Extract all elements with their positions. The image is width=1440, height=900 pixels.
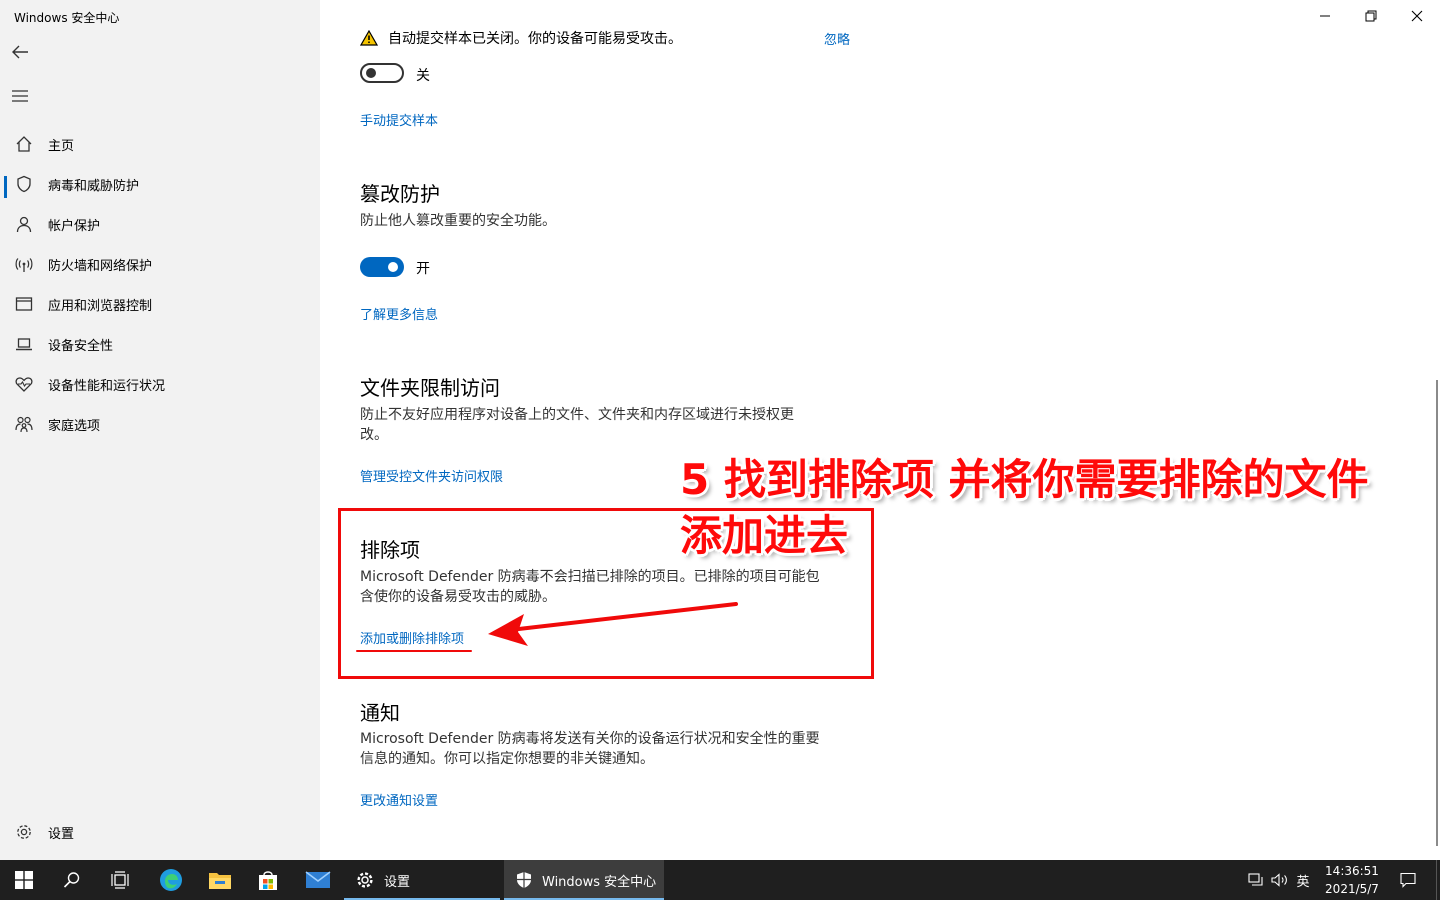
- notifications-desc-line1: Microsoft Defender 防病毒将发送有关你的设备运行状况和安全性的…: [360, 731, 820, 747]
- sidebar: Windows 安全中心 主页 病毒和威胁防护 帐户保护 防火墙和网络保护 应用…: [0, 0, 320, 860]
- network-icon: [1248, 873, 1263, 886]
- vertical-scrollbar[interactable]: [1436, 380, 1438, 846]
- task-view-icon: [111, 871, 129, 889]
- tamper-protection-toggle[interactable]: [360, 257, 404, 277]
- tamper-toggle-state: 开: [416, 261, 430, 277]
- minimize-icon: [1320, 15, 1330, 17]
- start-button[interactable]: [0, 860, 48, 900]
- mail-icon: [305, 871, 331, 888]
- taskbar-app-security[interactable]: Windows 安全中心: [504, 860, 664, 900]
- warning-icon: [360, 30, 378, 46]
- restore-icon: [1365, 10, 1377, 22]
- clock-time: 14:36:51: [1325, 864, 1379, 878]
- store-button[interactable]: [244, 860, 292, 900]
- sidebar-item-label: 设备性能和运行状况: [48, 378, 166, 394]
- windows-logo-icon: [15, 871, 33, 889]
- notifications-title: 通知: [360, 701, 400, 725]
- sidebar-item-app-browser[interactable]: 应用和浏览器控制: [0, 284, 320, 324]
- tamper-protection-title: 篡改防护: [360, 182, 440, 206]
- family-icon: [0, 404, 48, 444]
- window-title: Windows 安全中心: [14, 11, 120, 25]
- back-arrow-icon: [12, 45, 28, 59]
- show-desktop-button[interactable]: [1436, 860, 1440, 900]
- taskbar-app-label: 设置: [384, 874, 411, 890]
- folder-access-title: 文件夹限制访问: [360, 376, 500, 400]
- taskbar: 设置 Windows 安全中心 英 14:36:51 2021/5/7: [0, 860, 1440, 900]
- annotation-text-line1: 5 找到排除项 并将你需要排除的文件: [680, 455, 1369, 504]
- hamburger-icon: [12, 90, 28, 102]
- sidebar-item-label: 防火墙和网络保护: [48, 258, 153, 274]
- search-icon: [63, 872, 80, 888]
- folder-access-desc-line2: 改。: [360, 427, 388, 443]
- clock-date: 2021/5/7: [1325, 882, 1379, 896]
- heart-icon: [0, 364, 48, 404]
- person-icon: [0, 204, 48, 244]
- hamburger-menu-button[interactable]: [8, 84, 32, 108]
- learn-more-link[interactable]: 了解更多信息: [360, 304, 438, 323]
- file-explorer-button[interactable]: [196, 860, 244, 900]
- sidebar-item-family[interactable]: 家庭选项: [0, 404, 320, 444]
- sidebar-item-label: 帐户保护: [48, 218, 101, 234]
- sidebar-item-label: 病毒和威胁防护: [48, 178, 140, 194]
- tamper-protection-desc: 防止他人篡改重要的安全功能。: [360, 213, 556, 229]
- back-button[interactable]: [8, 40, 32, 64]
- sidebar-item-settings[interactable]: 设置: [0, 812, 320, 852]
- sidebar-item-label: 应用和浏览器控制: [48, 298, 153, 314]
- sidebar-item-virus-protection[interactable]: 病毒和威胁防护: [0, 164, 320, 204]
- mail-button[interactable]: [294, 860, 342, 900]
- shield-icon: [0, 164, 48, 204]
- annotation-arrow-icon: [488, 602, 738, 646]
- store-bag-icon: [259, 871, 277, 890]
- restore-button[interactable]: [1348, 0, 1394, 32]
- laptop-icon: [0, 324, 48, 364]
- gear-icon: [0, 812, 48, 852]
- sidebar-item-label: 设置: [48, 826, 75, 842]
- input-method-indicator[interactable]: 英: [1292, 860, 1314, 900]
- gear-icon: [357, 872, 373, 888]
- edge-browser-button[interactable]: [146, 860, 196, 900]
- sidebar-item-device-health[interactable]: 设备性能和运行状况: [0, 364, 320, 404]
- minimize-button[interactable]: [1302, 0, 1348, 32]
- edge-icon: [160, 869, 182, 891]
- warning-text: 自动提交样本已关闭。你的设备可能易受攻击。: [388, 31, 682, 47]
- sidebar-item-label: 家庭选项: [48, 418, 101, 434]
- annotation-underline: [356, 650, 472, 652]
- close-button[interactable]: [1394, 0, 1440, 32]
- wifi-icon: [0, 244, 48, 284]
- folder-access-desc-line1: 防止不友好应用程序对设备上的文件、文件夹和内存区域进行未授权更: [360, 407, 794, 423]
- change-notification-settings-link[interactable]: 更改通知设置: [360, 790, 438, 809]
- sample-toggle-state: 关: [416, 68, 430, 84]
- sidebar-item-home[interactable]: 主页: [0, 124, 320, 164]
- sidebar-item-device-security[interactable]: 设备安全性: [0, 324, 320, 364]
- annotation-text-line2: 添加进去: [680, 511, 849, 560]
- folder-icon: [209, 873, 231, 889]
- main-content: 自动提交样本已关闭。你的设备可能易受攻击。 忽略 关 手动提交样本 篡改防护 防…: [320, 0, 1440, 860]
- shield-icon: [517, 872, 531, 888]
- notification-icon: [1400, 872, 1416, 888]
- task-view-button[interactable]: [96, 860, 144, 900]
- ignore-link[interactable]: 忽略: [824, 29, 850, 48]
- sidebar-item-account-protection[interactable]: 帐户保护: [0, 204, 320, 244]
- taskbar-app-label: Windows 安全中心: [542, 874, 657, 890]
- warning-row: 自动提交样本已关闭。你的设备可能易受攻击。: [360, 28, 682, 48]
- browser-window-icon: [0, 284, 48, 324]
- volume-tray-button[interactable]: [1268, 860, 1292, 900]
- speaker-icon: [1271, 873, 1287, 887]
- action-center-button[interactable]: [1394, 860, 1422, 900]
- manage-folder-access-link[interactable]: 管理受控文件夹访问权限: [360, 466, 503, 485]
- notifications-desc-line2: 信息的通知。你可以指定你想要的非关键通知。: [360, 751, 654, 767]
- manual-submit-link[interactable]: 手动提交样本: [360, 110, 438, 129]
- home-icon: [0, 124, 48, 164]
- network-tray-button[interactable]: [1244, 860, 1268, 900]
- taskbar-clock[interactable]: 14:36:51 2021/5/7: [1316, 862, 1388, 898]
- taskbar-app-settings[interactable]: 设置: [344, 860, 500, 900]
- sample-submission-toggle[interactable]: [360, 63, 404, 83]
- search-button[interactable]: [48, 860, 96, 900]
- sidebar-item-label: 设备安全性: [48, 338, 114, 354]
- sidebar-item-label: 主页: [48, 138, 75, 154]
- close-icon: [1411, 10, 1423, 22]
- sidebar-item-firewall[interactable]: 防火墙和网络保护: [0, 244, 320, 284]
